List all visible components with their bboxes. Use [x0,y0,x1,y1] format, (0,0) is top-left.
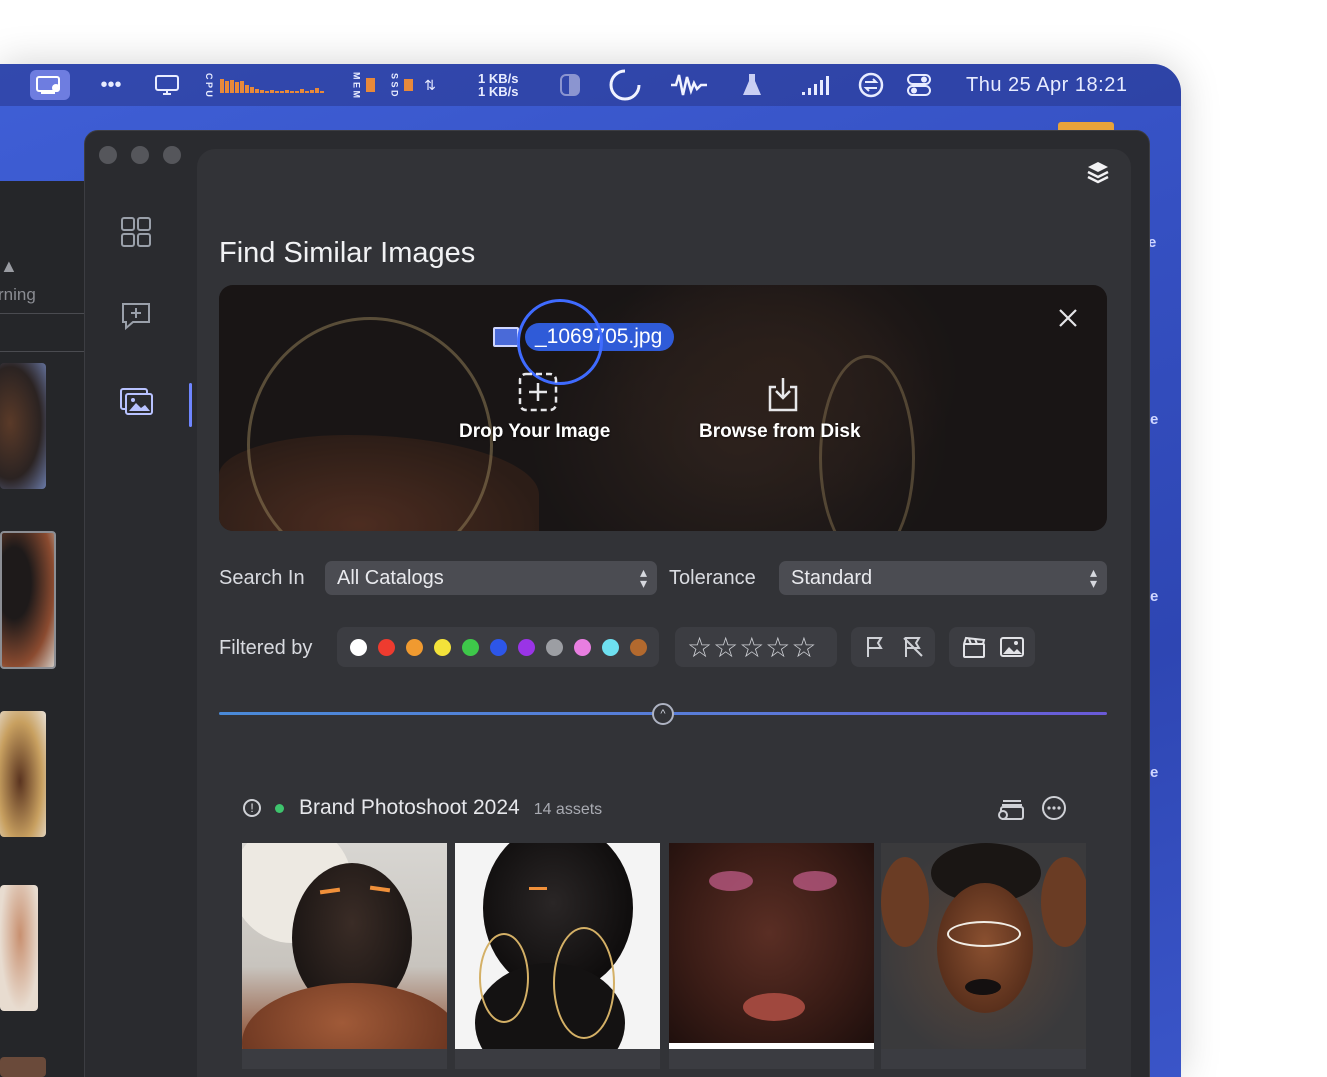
browse-from-disk-button[interactable]: Browse from Disk [699,421,861,443]
memory-icon[interactable]: M E M [346,64,380,106]
menu-bar: ••• C P U M E M S S D ⇅ 1 KB/s 1 KB/s Th… [0,64,1181,106]
grid-icon[interactable] [119,215,153,249]
result-thumbnail[interactable] [669,843,874,1049]
flask-icon[interactable] [740,64,764,106]
signal-icon[interactable] [798,64,832,106]
color-dot-white[interactable] [350,639,367,656]
download-disk-icon[interactable] [765,375,801,418]
waveform-icon[interactable] [668,64,710,106]
app-window: Find Similar Images _1069705.jpg Drop Yo… [84,130,1150,1077]
flag-icon[interactable] [863,635,887,664]
page-title: Find Similar Images [219,237,476,269]
network-icon[interactable]: ⇅ [420,64,440,106]
color-dot-yellow[interactable] [434,639,451,656]
status-dot [275,803,284,813]
close-window-button[interactable] [99,146,117,164]
color-dot-blue[interactable] [490,639,507,656]
ssd-label: S S D [389,73,400,97]
background-window: ▲ rning [0,181,90,1077]
ai-chat-icon[interactable] [119,299,153,333]
search-in-select[interactable]: All Catalogs ▴ ▾ [325,561,657,595]
file-icon [493,327,519,347]
stack-export-icon[interactable] [997,793,1027,826]
reject-flag-icon[interactable] [901,635,925,664]
color-dot-gray[interactable] [546,639,563,656]
dark-mode-icon[interactable] [556,64,584,106]
minimize-window-button[interactable] [131,146,149,164]
color-label-filter [337,627,659,667]
sidebar-active-indicator [189,383,192,427]
color-dot-purple[interactable] [518,639,535,656]
thumbnail-caption-bar [881,1049,1086,1069]
desktop-screen: ••• C P U M E M S S D ⇅ 1 KB/s 1 KB/s Th… [0,64,1181,1077]
tolerance-label: Tolerance [669,567,756,589]
cpu-label: C P U [204,73,214,97]
menu-clock[interactable]: Thu 25 Apr 18:21 [966,64,1156,106]
group-name: Brand Photoshoot 2024 [299,796,520,819]
mem-label: M E M [351,72,362,98]
tolerance-select[interactable]: Standard ▴ ▾ [779,561,1107,595]
slider-knob-chevron-icon[interactable]: ^ [652,703,674,725]
result-group-header[interactable]: ! Brand Photoshoot 2024 14 assets [243,793,602,823]
search-in-value: All Catalogs [337,566,444,589]
color-dot-pink[interactable] [574,639,591,656]
cpu-graph [220,77,325,93]
chevron-updown-icon: ▴ ▾ [639,564,647,591]
layers-icon[interactable] [1085,159,1111,190]
bg-partial-text: rning [0,285,36,304]
color-dot-green[interactable] [462,639,479,656]
thumbnail-caption-bar [242,1049,447,1069]
asset-count: 14 assets [533,801,603,818]
result-thumbnail[interactable] [242,843,447,1049]
bg-arrow-glyph: ▲ [0,256,18,276]
edge-label-2: e [1150,411,1159,428]
image-drop-zone[interactable]: _1069705.jpg Drop Your Image Browse from… [219,285,1107,531]
display-icon[interactable] [152,64,182,106]
net-down: 1 KB/s [478,84,519,99]
more-icon[interactable]: ••• [96,64,126,106]
color-dot-brown[interactable] [630,639,647,656]
edge-label-3: e [1150,588,1159,605]
edge-label-4: e [1150,764,1159,781]
thumbnail-caption-bar [669,1049,874,1069]
result-thumbnail[interactable] [455,843,660,1049]
similar-images-icon[interactable] [119,385,153,419]
add-image-icon[interactable] [517,371,559,418]
flag-filter [851,627,935,667]
ssd-icon[interactable]: S S D [384,64,418,106]
switch-icon[interactable] [856,64,886,106]
drop-your-image-label[interactable]: Drop Your Image [459,421,610,443]
image-type-icon[interactable] [999,635,1025,664]
more-options-icon[interactable] [1041,795,1067,826]
media-type-filter [949,627,1035,667]
screen-share-icon[interactable] [30,70,70,100]
chevron-updown-icon: ▴ ▾ [1089,564,1097,591]
video-icon[interactable] [961,635,987,664]
bg-thumbnail[interactable] [0,711,46,837]
zoom-window-button[interactable] [163,146,181,164]
star-rating[interactable]: ☆☆☆☆☆ [687,631,818,664]
info-icon[interactable]: ! [243,799,261,817]
sync-icon[interactable] [606,64,644,106]
close-icon[interactable] [1057,307,1083,333]
thumbnail-caption-bar [455,1049,660,1069]
find-similar-panel: Find Similar Images _1069705.jpg Drop Yo… [197,149,1131,1077]
color-dot-cyan[interactable] [602,639,619,656]
color-dot-orange[interactable] [406,639,423,656]
search-in-label: Search In [219,567,305,589]
bg-thumbnail[interactable] [0,363,46,489]
bg-thumbnail[interactable] [0,1057,46,1077]
tolerance-value: Standard [791,566,873,589]
rating-filter[interactable]: ☆☆☆☆☆ [675,627,837,667]
color-dot-red[interactable] [378,639,395,656]
filtered-by-label: Filtered by [219,637,313,659]
network-speed[interactable]: 1 KB/s 1 KB/s [478,64,528,106]
control-center-icon[interactable] [904,64,934,106]
cpu-monitor[interactable]: C P U [204,64,344,106]
result-thumbnail[interactable] [881,843,1086,1049]
bg-thumbnail-selected[interactable] [0,531,56,669]
bg-thumbnail[interactable] [0,885,38,1011]
